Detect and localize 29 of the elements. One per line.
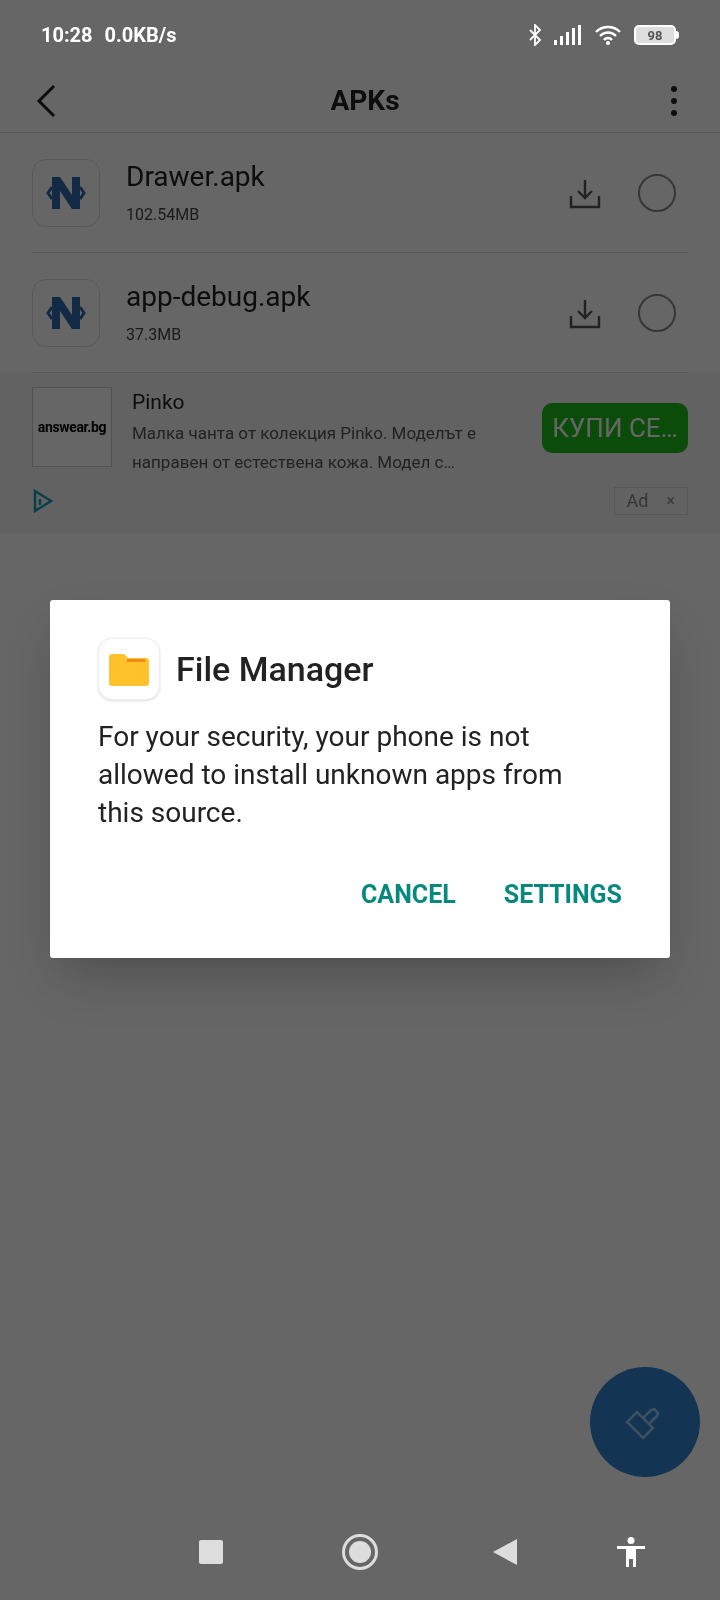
file-name: app-debug.apk — [126, 282, 312, 311]
ad-choices-icon[interactable] — [32, 487, 54, 514]
file-size: 37.3MB — [126, 326, 183, 343]
signal-icon — [554, 25, 582, 45]
home-icon[interactable] — [342, 1534, 378, 1570]
ad-description: Малка чанта от колекция Pinko. Моделът е направен от естествена кожа. Модел с… — [132, 421, 477, 474]
ad-title: Pinko — [132, 389, 186, 416]
dialog-title: File Manager — [176, 647, 374, 691]
file-name: Drawer.apk — [126, 162, 266, 191]
page-title: APKs — [329, 83, 401, 119]
dialog-message: For your security, your phone is not allowed to install unknown apps from this source. — [98, 719, 564, 831]
app-icon — [32, 278, 100, 347]
buy-button[interactable]: КУПИ СЕ… — [542, 403, 688, 453]
file-row[interactable]: Drawer.apk 102.54MB — [32, 133, 688, 253]
select-checkbox[interactable] — [638, 173, 676, 212]
accessibility-icon[interactable] — [617, 1537, 645, 1567]
bluetooth-icon — [528, 24, 542, 46]
dialog-button[interactable]: CANCEL — [361, 876, 456, 914]
battery-indicator: 98 — [634, 25, 679, 45]
network-speed: 0.0KB/s — [104, 22, 177, 49]
app-icon — [32, 158, 100, 227]
clock: 10:28 — [41, 22, 93, 49]
select-checkbox[interactable] — [638, 293, 676, 332]
dialog-button[interactable]: SETTINGS — [503, 876, 622, 914]
back-icon[interactable] — [493, 1539, 517, 1565]
wifi-icon — [594, 24, 622, 46]
folder-icon — [98, 638, 160, 700]
advertiser-logo: answear.bg — [32, 387, 112, 467]
file-size: 102.54MB — [126, 206, 201, 223]
